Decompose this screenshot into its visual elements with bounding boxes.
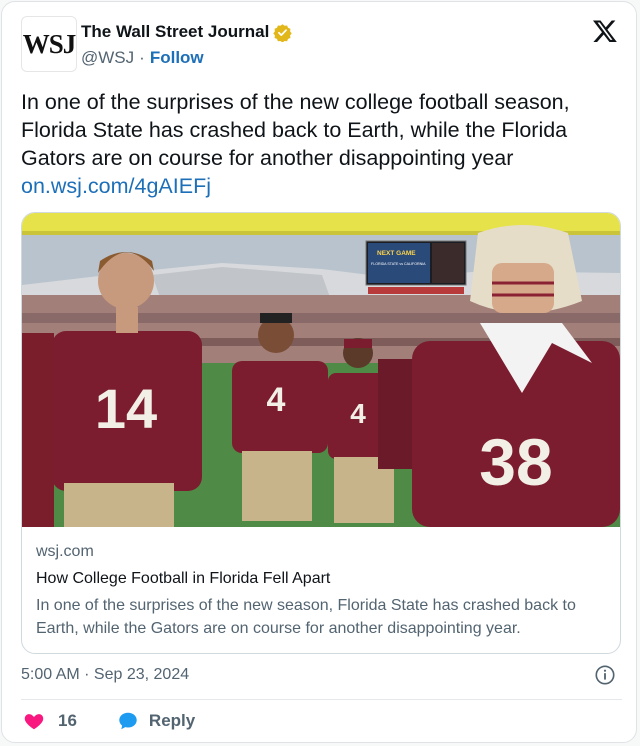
info-icon[interactable]	[594, 664, 616, 686]
tweet-link[interactable]: on.wsj.com/4gAIEFj	[21, 172, 621, 200]
link-title[interactable]: How College Football in Florida Fell Apa…	[36, 570, 610, 588]
tweet-body: In one of the surprises of the new colle…	[21, 88, 621, 200]
reply-button[interactable]: Reply	[117, 710, 195, 732]
scoreboard-title: NEXT GAME	[377, 250, 416, 257]
avatar[interactable]: WSJ	[21, 16, 77, 72]
tweet-timestamp[interactable]: 5:00 AM · Sep 23, 2024	[21, 666, 189, 684]
reply-bubble-icon	[119, 712, 137, 730]
like-count: 16	[58, 711, 77, 730]
article-photo: NEXT GAME FLORIDA STATE vs CALIFORNIA 14	[22, 213, 620, 527]
scoreboard-line: FLORIDA STATE vs CALIFORNIA	[371, 262, 426, 266]
name-row: The Wall Street Journal	[81, 22, 292, 42]
tweet-text: In one of the surprises of the new colle…	[21, 90, 570, 170]
link-domain: wsj.com	[36, 543, 94, 560]
action-bar: 16 Reply	[23, 710, 195, 732]
account-name[interactable]: The Wall Street Journal	[81, 22, 269, 42]
x-logo-icon[interactable]	[592, 18, 618, 44]
link-description: In one of the surprises of the new seaso…	[36, 597, 576, 637]
jersey-number-1: 14	[95, 377, 157, 440]
divider	[21, 699, 622, 700]
link-card[interactable]: NEXT GAME FLORIDA STATE vs CALIFORNIA 14	[21, 212, 621, 654]
follow-button[interactable]: Follow	[150, 48, 204, 68]
jersey-number-3: 4	[350, 398, 366, 429]
avatar-logo-text: WSJ	[22, 28, 77, 59]
like-button[interactable]: 16	[23, 710, 77, 732]
handle-row: @WSJ · Follow	[81, 48, 204, 68]
verified-badge-icon	[273, 23, 292, 42]
jersey-number-4: 38	[479, 425, 552, 499]
reply-label: Reply	[148, 711, 196, 730]
jersey-number-2: 4	[267, 381, 286, 419]
tweet-header: WSJ The Wall Street Journal @WSJ · Follo…	[21, 16, 622, 76]
heart-icon	[24, 714, 44, 730]
tweet-card: WSJ The Wall Street Journal @WSJ · Follo…	[1, 1, 637, 743]
link-card-meta: wsj.com How College Football in Florida …	[36, 543, 610, 640]
account-handle[interactable]: @WSJ	[81, 48, 134, 68]
separator-dot: ·	[139, 48, 145, 67]
